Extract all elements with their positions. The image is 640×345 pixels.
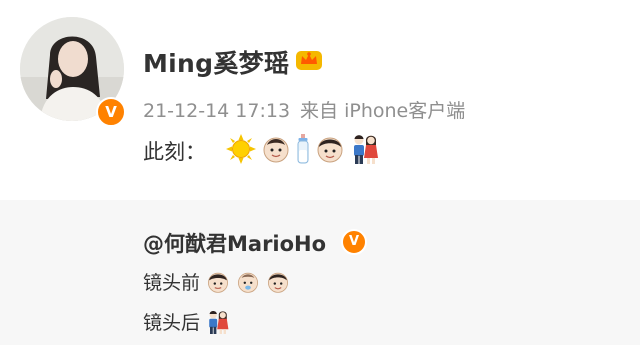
weibo-post: V Ming奚梦瑶 21-12-14 17:13 来自 iPhone客户端 此刻： [0, 0, 640, 200]
baby-face-emoji [238, 272, 259, 293]
line-after-text: 镜头后 [143, 312, 201, 334]
man-face-emoji [208, 272, 229, 293]
repost-verified-badge: V [341, 229, 367, 255]
boy-face-emoji [268, 272, 289, 293]
repost-section: @何猷君MarioHo V 镜头前 镜头后 [0, 200, 640, 345]
post-timestamp[interactable]: 21-12-14 17:13 [143, 100, 290, 122]
couple-emoji [209, 311, 229, 334]
repost-line-before: 镜头前 [143, 268, 296, 295]
post-source[interactable]: 来自 iPhone客户端 [300, 100, 465, 122]
couple-emoji [354, 135, 378, 164]
verified-badge: V [96, 97, 126, 127]
post-text: 此刻： [143, 140, 206, 164]
sun-emoji [226, 134, 256, 164]
line-before-text: 镜头前 [143, 272, 201, 294]
baby-bottle-emoji [297, 134, 309, 164]
author-name[interactable]: Ming奚梦瑶 [143, 44, 289, 80]
baby-face-emoji [263, 137, 289, 163]
post-meta: 21-12-14 17:13 来自 iPhone客户端 [143, 96, 465, 123]
repost-line-after: 镜头后 [143, 308, 230, 335]
boy-face-emoji [317, 137, 343, 163]
line-before-emojis [206, 270, 296, 294]
crown-icon [296, 51, 322, 70]
repost-author[interactable]: @何猷君MarioHo [143, 228, 326, 258]
